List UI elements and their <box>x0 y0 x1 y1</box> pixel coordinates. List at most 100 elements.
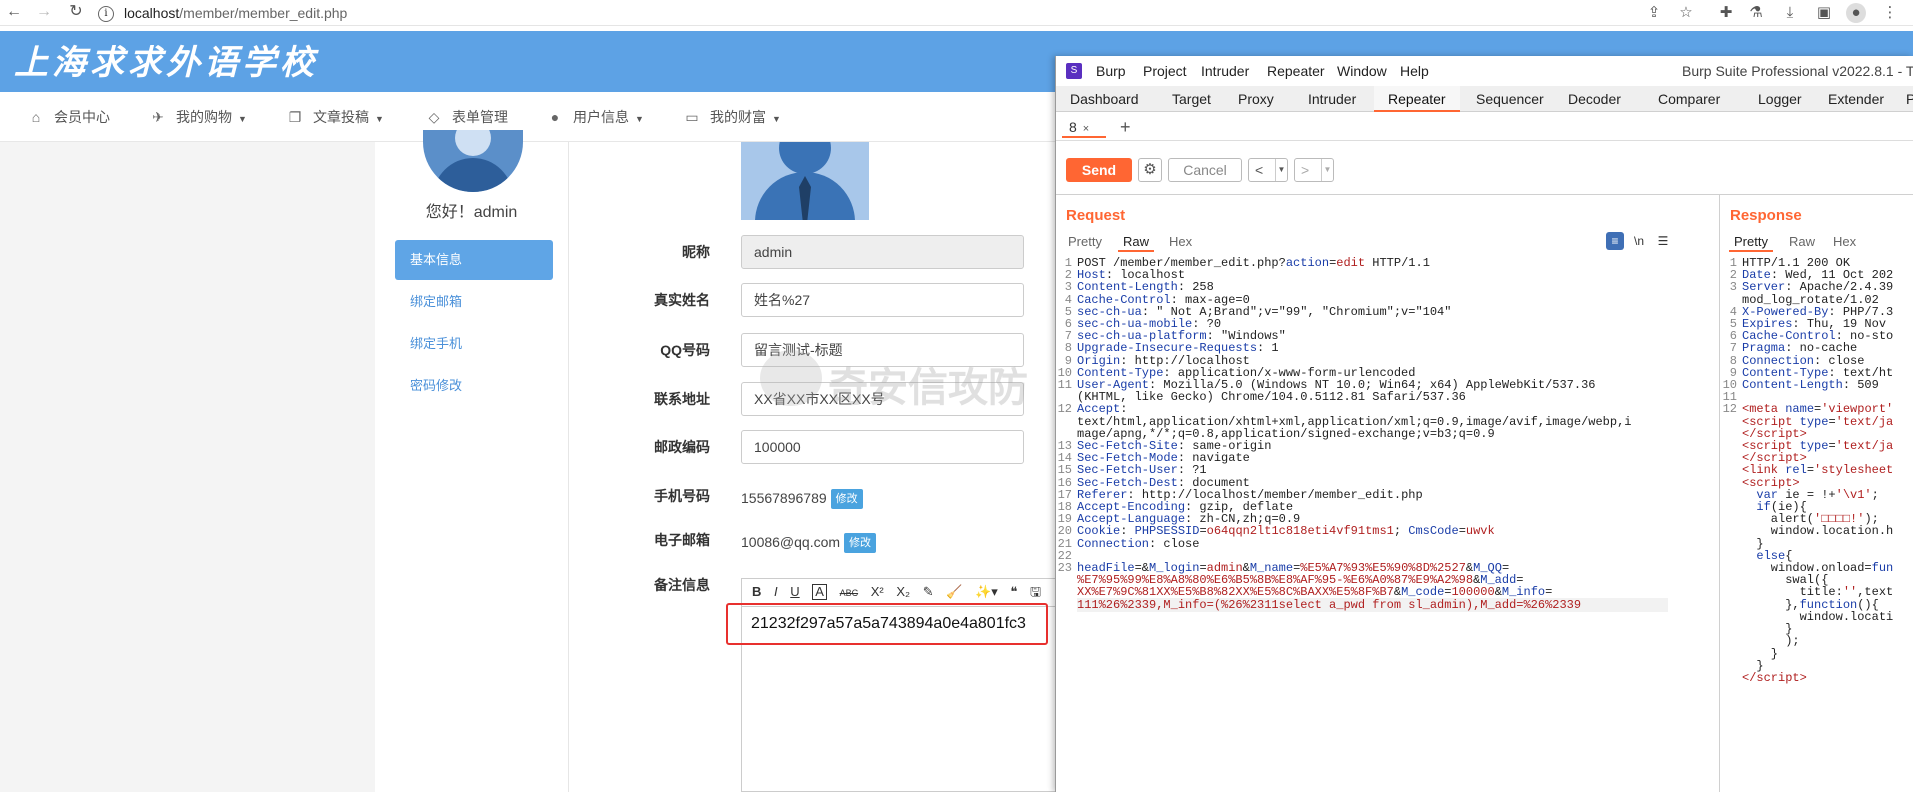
paper-plane-icon: ✈ <box>152 109 164 125</box>
request-view-pretty[interactable]: Pretty <box>1068 232 1102 252</box>
tab-repeater[interactable]: Repeater <box>1374 86 1460 112</box>
eraser-icon[interactable]: ✎ <box>923 579 934 605</box>
burp-logo-icon: S <box>1066 63 1082 79</box>
sidebar-avatar <box>423 130 523 192</box>
nav-user-info[interactable]: ● 用户信息 ▼ <box>545 92 644 142</box>
hamburger-menu-icon[interactable]: ☰ <box>1654 232 1672 250</box>
phone-label: 手机号码 <box>654 488 710 504</box>
address-label: 联系地址 <box>654 391 710 407</box>
request-view-raw[interactable]: Raw <box>1118 232 1155 252</box>
sidebar-item-bind-phone[interactable]: 绑定手机 <box>395 324 553 364</box>
menu-burp[interactable]: Burp <box>1096 56 1126 86</box>
repeater-subtabs: 8 × + <box>1056 113 1913 141</box>
email-value-row: 10086@qq.com 修改 <box>741 530 877 554</box>
tab-extender[interactable]: Extender <box>1826 86 1886 112</box>
repeater-tab-8[interactable]: 8 × <box>1062 116 1106 138</box>
sidebar-item-basic-info[interactable]: 基本信息 <box>395 240 553 280</box>
nav-label: 我的购物 <box>176 109 232 125</box>
nav-label: 会员中心 <box>54 109 110 125</box>
burp-menubar: S Burp Project Intruder Repeater Window … <box>1056 56 1913 86</box>
address-bar[interactable]: i localhost/member/member_edit.php <box>98 2 1598 24</box>
response-title: Response <box>1730 207 1802 224</box>
format-brush-icon[interactable]: 🧹 <box>946 579 962 605</box>
zip-field[interactable]: 100000 <box>741 430 1024 464</box>
back-icon[interactable]: ← <box>4 2 24 22</box>
response-view-pretty[interactable]: Pretty <box>1729 232 1773 252</box>
history-forward-button[interactable]: > ▼ <box>1294 158 1334 182</box>
add-tab-icon[interactable]: + <box>1120 116 1131 138</box>
forward-icon[interactable]: → <box>34 2 54 22</box>
chevron-left-icon: < <box>1255 162 1264 178</box>
download-icon[interactable]: ⤓ <box>1780 3 1800 23</box>
share-icon[interactable]: ⇪ <box>1644 3 1664 23</box>
caret-down-icon: ▼ <box>238 114 247 124</box>
quote-icon[interactable]: ❝ <box>1010 579 1017 605</box>
tab-proxy[interactable]: Proxy <box>1236 86 1276 112</box>
response-view-raw[interactable]: Raw <box>1789 232 1815 252</box>
send-button[interactable]: Send <box>1066 158 1132 182</box>
request-pane: Request Pretty Raw Hex ≡ \n ☰ 1 POST /membe… <box>1056 195 1720 792</box>
watermark-logo-icon <box>760 350 822 406</box>
caret-down-icon: ▼ <box>375 114 384 124</box>
tab-intruder[interactable]: Intruder <box>1306 86 1358 112</box>
request-title: Request <box>1066 207 1126 224</box>
bookmark-star-icon[interactable]: ☆ <box>1676 3 1696 23</box>
extensions-icon[interactable]: ✚ <box>1716 3 1736 23</box>
menu-project[interactable]: Project <box>1143 56 1187 86</box>
history-back-button[interactable]: < ▼ <box>1248 158 1288 182</box>
reload-icon[interactable]: ↻ <box>66 2 86 22</box>
subscript-icon[interactable]: X₂ <box>896 579 910 605</box>
tab-sequencer[interactable]: Sequencer <box>1474 86 1546 112</box>
nav-member-center[interactable]: ⌂ 会员中心 <box>26 92 110 142</box>
bold-icon[interactable]: B <box>752 579 761 605</box>
save-icon[interactable]: 🖫 <box>1030 579 1041 605</box>
nav-article-submit[interactable]: ❐ 文章投稿 ▼ <box>285 92 384 142</box>
sidepanel-icon[interactable]: ▣ <box>1814 3 1834 23</box>
menu-kebab-icon[interactable]: ⋮ <box>1880 3 1900 23</box>
cancel-button[interactable]: Cancel <box>1168 158 1242 182</box>
show-newlines-icon[interactable]: \n <box>1630 232 1648 250</box>
nav-my-wealth[interactable]: ▭ 我的财富 ▼ <box>682 92 781 142</box>
tab-comparer[interactable]: Comparer <box>1656 86 1722 112</box>
request-editor[interactable]: 1 POST /member/member_edit.php?action=edi… <box>1056 257 1719 612</box>
rich-editor-toolbar: B I U A ABC X² X₂ ✎ 🧹 ✨▾ ❝ 🖫 <box>741 578 1061 606</box>
wrap-lines-icon[interactable]: ≡ <box>1606 232 1624 250</box>
menu-help[interactable]: Help <box>1400 56 1429 86</box>
settings-gear-icon[interactable]: ⚙ <box>1138 158 1162 182</box>
sidebar-item-change-password[interactable]: 密码修改 <box>395 366 553 406</box>
chevron-down-icon[interactable]: ▼ <box>1321 159 1333 181</box>
italic-icon[interactable]: I <box>774 579 778 605</box>
edit-phone-button[interactable]: 修改 <box>830 489 863 510</box>
profile-avatar-icon[interactable]: ● <box>1846 3 1866 23</box>
superscript-icon[interactable]: X² <box>871 579 884 605</box>
caret-down-icon: ▼ <box>635 114 644 124</box>
extension-pin-icon[interactable]: ⚗ <box>1746 3 1766 23</box>
magic-wand-icon[interactable]: ✨▾ <box>975 579 998 605</box>
tab-project-options[interactable]: P <box>1904 86 1913 112</box>
menu-intruder[interactable]: Intruder <box>1201 56 1249 86</box>
profile-avatar[interactable] <box>741 142 869 220</box>
sidebar-item-bind-email[interactable]: 绑定邮箱 <box>395 282 553 322</box>
nav-my-shopping[interactable]: ✈ 我的购物 ▼ <box>148 92 247 142</box>
tab-target[interactable]: Target <box>1170 86 1213 112</box>
tab-logger[interactable]: Logger <box>1756 86 1804 112</box>
site-info-icon[interactable]: i <box>98 6 114 23</box>
response-view-hex[interactable]: Hex <box>1833 232 1856 252</box>
underline-icon[interactable]: U <box>790 579 799 605</box>
edit-email-button[interactable]: 修改 <box>844 533 877 554</box>
menu-repeater[interactable]: Repeater <box>1267 56 1325 86</box>
chevron-down-icon[interactable]: ▼ <box>1275 159 1287 181</box>
phone-value-row: 15567896789 修改 <box>741 486 863 510</box>
menu-window[interactable]: Window <box>1337 56 1387 86</box>
close-icon[interactable]: × <box>1083 123 1089 135</box>
font-color-icon[interactable]: A <box>812 584 827 600</box>
tab-dashboard[interactable]: Dashboard <box>1068 86 1141 112</box>
caret-down-icon: ▼ <box>772 114 781 124</box>
response-viewer[interactable]: 1 HTTP/1.1 200 OK 2 Date: Wed, 11 Oct 202 … <box>1721 257 1913 684</box>
tab-decoder[interactable]: Decoder <box>1566 86 1623 112</box>
response-pane: Response Pretty Raw Hex 1 HTTP/1.1 200 OK… <box>1721 195 1913 792</box>
realname-field[interactable]: 姓名%27 <box>741 283 1024 317</box>
nickname-field: admin <box>741 235 1024 269</box>
request-view-hex[interactable]: Hex <box>1169 232 1192 252</box>
phone-value: 15567896789 <box>741 490 827 506</box>
